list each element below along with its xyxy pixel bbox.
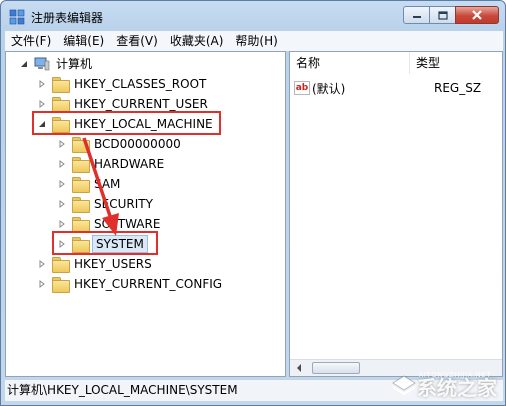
maximize-icon	[437, 10, 448, 20]
annotation-arrow	[82, 137, 119, 236]
key-tree-pane[interactable]: 计算机 HKEY_CLASSES_ROOT HKEY_CURRENT_USER	[5, 51, 286, 377]
maximize-button[interactable]	[429, 6, 456, 24]
close-icon	[472, 10, 482, 20]
menu-help[interactable]: 帮助(H)	[229, 31, 283, 51]
list-item[interactable]: ab (默认) REG_SZ	[290, 78, 502, 98]
watermark-text: 系统之家	[417, 376, 497, 400]
registry-editor-window: 注册表编辑器 文件(F) 编辑(E) 查看(V) 收藏夹(A) 帮助(H) 计算…	[0, 0, 506, 406]
scrollbar-thumb[interactable]	[312, 362, 360, 374]
value-type: REG_SZ	[434, 81, 482, 95]
column-header-type[interactable]: 类型	[410, 52, 502, 74]
menu-view[interactable]: 查看(V)	[110, 31, 164, 51]
menu-bar: 文件(F) 编辑(E) 查看(V) 收藏夹(A) 帮助(H)	[5, 31, 503, 51]
chevron-left-icon	[296, 364, 301, 372]
status-path: 计算机\HKEY_LOCAL_MACHINE\SYSTEM	[7, 383, 238, 397]
watermark: 系统之家	[391, 372, 497, 401]
scroll-left-button[interactable]	[290, 360, 307, 376]
list-header: 名称 类型	[290, 52, 502, 74]
menu-favorites[interactable]: 收藏夹(A)	[164, 31, 230, 51]
string-value-icon: ab	[294, 81, 310, 95]
menu-edit[interactable]: 编辑(E)	[57, 31, 110, 51]
value-name: (默认)	[312, 81, 346, 96]
title-bar: 注册表编辑器	[1, 1, 505, 31]
close-button[interactable]	[455, 6, 499, 24]
column-header-name[interactable]: 名称	[290, 52, 410, 74]
watermark-logo-icon	[392, 374, 416, 395]
caption-buttons	[403, 6, 499, 24]
menu-file[interactable]: 文件(F)	[5, 31, 57, 51]
key-tree: 计算机 HKEY_CLASSES_ROOT HKEY_CURRENT_USER	[6, 52, 285, 376]
minimize-icon	[412, 16, 421, 18]
window-title: 注册表编辑器	[31, 11, 104, 25]
values-pane[interactable]: 名称 类型 ab (默认) REG_SZ	[289, 51, 503, 377]
minimize-button[interactable]	[403, 6, 430, 24]
registry-editor-icon	[9, 9, 25, 25]
